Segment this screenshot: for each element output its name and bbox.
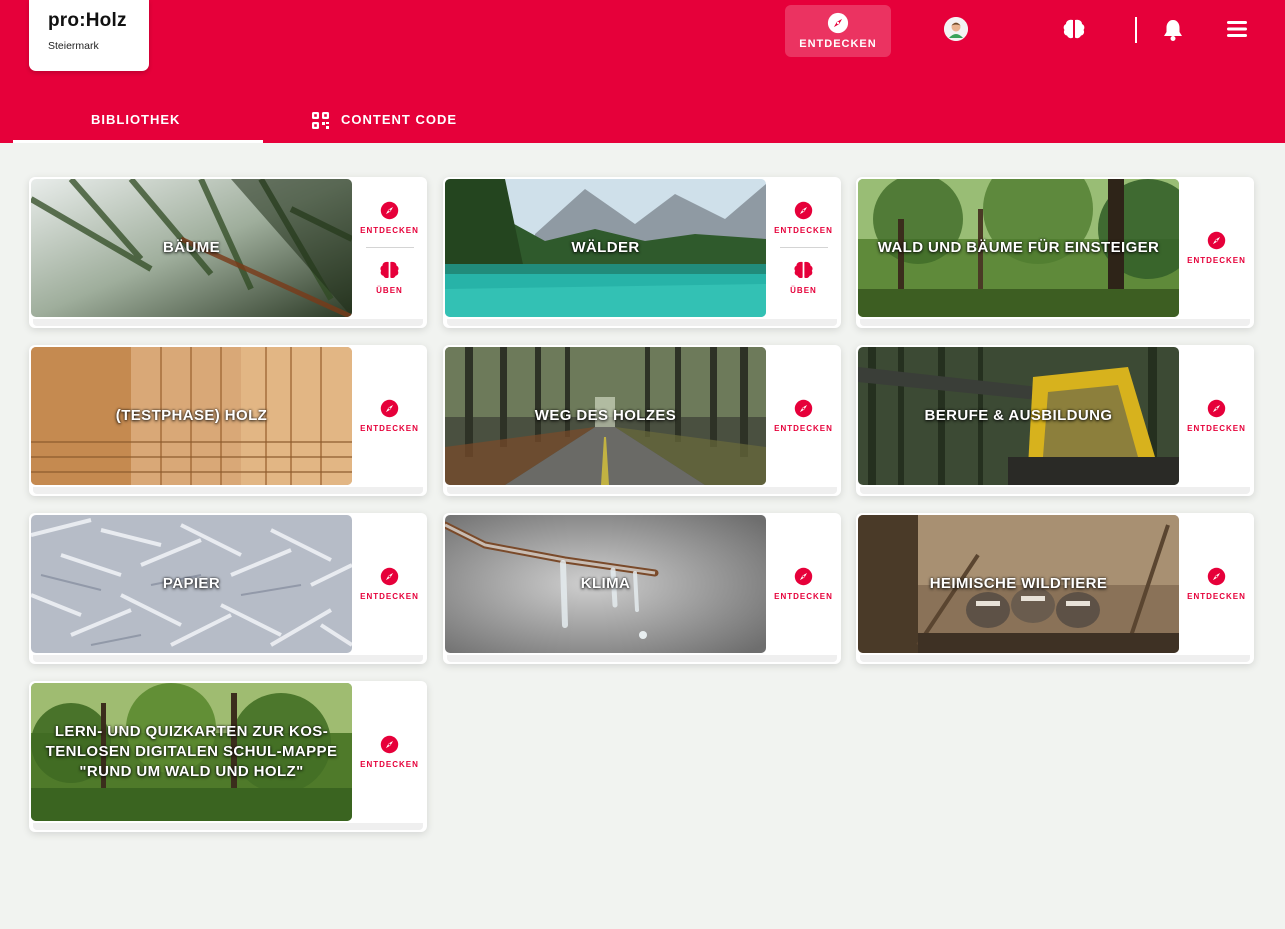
card-footer (33, 655, 423, 662)
card-title: WEG DES HOLZES (534, 407, 677, 424)
discover-button[interactable]: ENTDECKEN (785, 5, 891, 57)
card-title: WÄLDER (571, 239, 640, 256)
card-footer (447, 319, 837, 326)
card-heimische-wildtiere[interactable]: HEIMISCHE WILDTIERE ENTDECKEN (856, 513, 1254, 664)
card-actions: ENTDECKEN (1179, 515, 1254, 653)
card-lern-und-quizkarten[interactable]: LERN- UND QUIZKARTEN ZUR KOS-TENLOSEN DI… (29, 681, 427, 832)
practice-action-label: ÜBEN (790, 286, 817, 295)
card-title: BÄUME (163, 239, 220, 256)
discover-action[interactable]: ENTDECKEN (360, 399, 419, 433)
compass-icon (380, 735, 399, 754)
card-title: PAPIER (162, 575, 221, 592)
discover-action[interactable]: ENTDECKEN (774, 399, 833, 433)
top-header: pro:Holz Steiermark ENTDECKEN BIBLIOTHEK… (0, 0, 1285, 143)
card-actions: ENTDECKEN (1179, 179, 1254, 317)
discover-action-label: ENTDECKEN (1187, 592, 1246, 601)
compass-icon (380, 567, 399, 586)
logo[interactable]: pro:Holz Steiermark (29, 0, 149, 71)
discover-action-label: ENTDECKEN (360, 760, 419, 769)
tab-content-code[interactable]: CONTENT CODE (341, 112, 457, 127)
card-berufe-ausbildung[interactable]: BERUFE & AUSBILDUNG ENTDECKEN (856, 345, 1254, 496)
header-divider (1135, 17, 1137, 43)
card-actions: ENTDECKEN (766, 515, 841, 653)
discover-action-label: ENTDECKEN (1187, 424, 1246, 433)
card-footer (860, 655, 1250, 662)
card-wald-und-baeume[interactable]: WALD UND BÄUME FÜR EINSTEIGER ENTDECKEN (856, 177, 1254, 328)
practice-action[interactable]: ÜBEN (376, 260, 403, 295)
card-papier[interactable]: PAPIER ENTDECKEN (29, 513, 427, 664)
compass-icon (1207, 567, 1226, 586)
compass-icon (380, 399, 399, 418)
action-divider (779, 247, 828, 248)
action-divider (365, 247, 414, 248)
card-title: LERN- UND QUIZKARTEN ZUR KOS-TENLOSEN DI… (45, 723, 338, 780)
practice-action-label: ÜBEN (376, 286, 403, 295)
card-footer (860, 319, 1250, 326)
discover-action[interactable]: ENTDECKEN (1187, 567, 1246, 601)
discover-action[interactable]: ENTDECKEN (360, 567, 419, 601)
compass-icon (1207, 231, 1226, 250)
card-actions: ENTDECKEN (1179, 347, 1254, 485)
discover-action[interactable]: ENTDECKEN (774, 201, 833, 235)
logo-title: pro:Holz (48, 10, 127, 31)
avatar[interactable] (944, 17, 968, 41)
logo-subtitle: Steiermark (48, 40, 99, 52)
menu-icon[interactable] (1227, 20, 1247, 38)
brain-icon[interactable] (1062, 18, 1086, 40)
card-waelder[interactable]: WÄLDER ENTDECKEN ÜBEN (443, 177, 841, 328)
card-klima[interactable]: KLIMA ENTDECKEN (443, 513, 841, 664)
compass-icon (794, 399, 813, 418)
discover-action-label: ENTDECKEN (774, 424, 833, 433)
compass-icon (380, 201, 399, 220)
discover-action[interactable]: ENTDECKEN (360, 201, 419, 235)
card-actions: ENTDECKEN ÜBEN (352, 179, 427, 317)
card-footer (447, 487, 837, 494)
card-title: HEIMISCHE WILDTIERE (929, 575, 1108, 592)
card-actions: ENTDECKEN (352, 683, 427, 821)
card-footer (447, 655, 837, 662)
compass-icon (1207, 399, 1226, 418)
discover-action-label: ENTDECKEN (360, 226, 419, 235)
discover-action[interactable]: ENTDECKEN (360, 735, 419, 769)
active-tab-indicator (13, 140, 263, 143)
discover-button-label: ENTDECKEN (799, 38, 877, 50)
brain-icon (794, 261, 813, 279)
bell-icon[interactable] (1162, 18, 1184, 42)
card-title: WALD UND BÄUME FÜR EINSTEIGER (877, 239, 1160, 256)
discover-action-label: ENTDECKEN (360, 424, 419, 433)
card-footer (860, 487, 1250, 494)
compass-icon (794, 201, 813, 220)
card-testphase-holz[interactable]: (TESTPHASE) HOLZ ENTDECKEN (29, 345, 427, 496)
discover-action-label: ENTDECKEN (1187, 256, 1246, 265)
tab-bibliothek[interactable]: BIBLIOTHEK (91, 112, 180, 127)
discover-action[interactable]: ENTDECKEN (774, 567, 833, 601)
discover-action[interactable]: ENTDECKEN (1187, 399, 1246, 433)
card-actions: ENTDECKEN (766, 347, 841, 485)
card-footer (33, 319, 423, 326)
card-title: (TESTPHASE) HOLZ (115, 407, 268, 424)
qr-code-icon[interactable] (312, 112, 329, 129)
brain-icon (380, 261, 399, 279)
discover-action-label: ENTDECKEN (774, 226, 833, 235)
discover-action[interactable]: ENTDECKEN (1187, 231, 1246, 265)
compass-icon (794, 567, 813, 586)
discover-action-label: ENTDECKEN (360, 592, 419, 601)
card-actions: ENTDECKEN (352, 515, 427, 653)
card-footer (33, 823, 423, 830)
card-title: KLIMA (580, 575, 631, 592)
card-weg-des-holzes[interactable]: WEG DES HOLZES ENTDECKEN (443, 345, 841, 496)
card-actions: ENTDECKEN (352, 347, 427, 485)
card-footer (33, 487, 423, 494)
discover-action-label: ENTDECKEN (774, 592, 833, 601)
card-baeume[interactable]: BÄUME ENTDECKEN ÜBEN (29, 177, 427, 328)
compass-icon (827, 12, 849, 34)
practice-action[interactable]: ÜBEN (790, 260, 817, 295)
card-title: BERUFE & AUSBILDUNG (924, 407, 1113, 424)
card-actions: ENTDECKEN ÜBEN (766, 179, 841, 317)
